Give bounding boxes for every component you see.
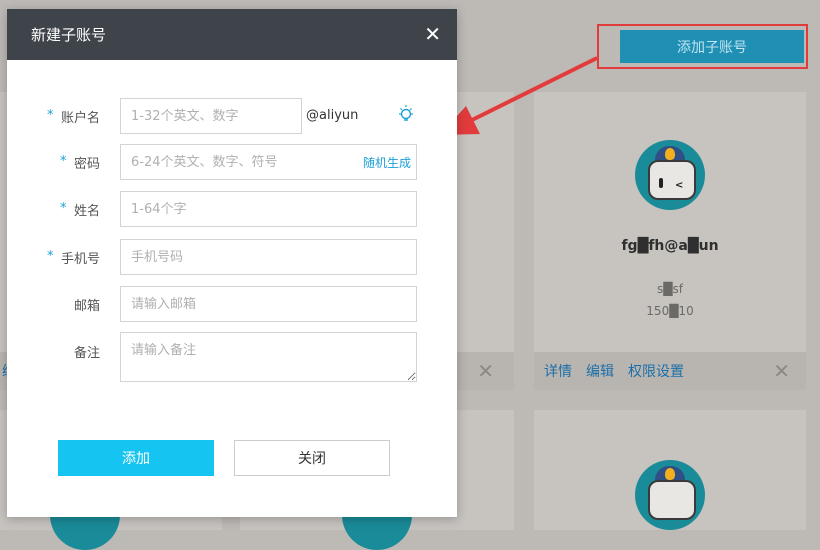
field-label: 备注 — [73, 346, 100, 361]
field-label: 密码 — [73, 157, 100, 172]
account-name-input[interactable] — [120, 98, 302, 134]
remark-textarea[interactable] — [120, 332, 417, 382]
new-sub-account-dialog: 新建子账号 ✕ * 账户名 @aliyun * 密码 随机生成 * 姓名 * 手… — [7, 9, 457, 517]
form-row-password: * 密码 随机生成 — [7, 144, 457, 180]
field-label: 手机号 — [60, 252, 100, 267]
account-domain-suffix: @aliyun — [306, 108, 359, 123]
email-input[interactable] — [120, 286, 417, 322]
form-row-account-name: * 账户名 @aliyun — [7, 98, 457, 134]
dialog-title: 新建子账号 — [31, 26, 107, 44]
random-generate-link[interactable]: 随机生成 — [363, 154, 411, 171]
add-button[interactable]: 添加 — [58, 440, 214, 476]
field-label: 邮箱 — [73, 299, 100, 314]
dialog-header: 新建子账号 ✕ — [7, 9, 457, 60]
form-row-full-name: * 姓名 — [7, 191, 457, 227]
form-row-phone: * 手机号 — [7, 239, 457, 275]
close-icon[interactable]: ✕ — [424, 23, 441, 45]
field-label: 姓名 — [73, 204, 100, 219]
form-row-remark: 备注 — [7, 332, 457, 382]
form-row-email: 邮箱 — [7, 286, 457, 322]
field-label: 账户名 — [60, 111, 100, 126]
phone-input[interactable] — [120, 239, 417, 275]
close-button[interactable]: 关闭 — [234, 440, 390, 476]
full-name-input[interactable] — [120, 191, 417, 227]
lightbulb-icon[interactable] — [397, 104, 415, 126]
